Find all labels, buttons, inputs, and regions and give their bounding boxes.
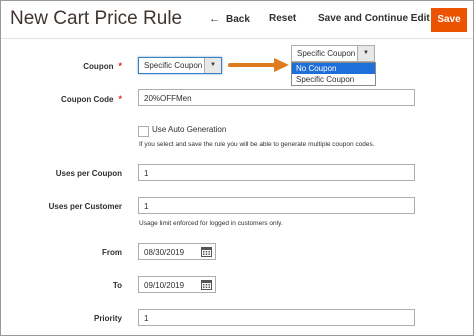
arrow-left-icon: ← xyxy=(209,13,220,25)
calendar-icon[interactable] xyxy=(201,279,212,290)
coupon-popup-select[interactable]: Specific Coupon ▼ xyxy=(291,45,375,62)
required-mark: * xyxy=(118,61,122,71)
reset-button[interactable]: Reset xyxy=(269,13,296,24)
from-label: From xyxy=(102,248,122,257)
option-specific-coupon[interactable]: Specific Coupon xyxy=(292,74,375,85)
uses-per-coupon-input[interactable]: 1 xyxy=(138,164,415,181)
calendar-icon[interactable] xyxy=(201,246,212,257)
chevron-down-icon: ▼ xyxy=(204,58,221,73)
coupon-code-label-text: Coupon Code xyxy=(61,95,114,104)
priority-input[interactable]: 1 xyxy=(138,309,415,326)
coupon-dropdown-list: No Coupon Specific Coupon xyxy=(291,62,376,86)
save-button[interactable]: Save xyxy=(431,8,467,32)
to-date-value: 09/10/2019 xyxy=(144,281,185,290)
coupon-code-input[interactable]: 20%OFFMen xyxy=(138,89,415,106)
from-date-value: 08/30/2019 xyxy=(144,248,185,257)
page-frame: New Cart Price Rule ← Back Reset Save and… xyxy=(0,0,474,336)
back-button[interactable]: ← Back xyxy=(209,13,250,25)
auto-generation-note: If you select and save the rule you will… xyxy=(139,141,375,148)
auto-generation-checkbox[interactable] xyxy=(138,126,149,137)
uses-per-customer-input[interactable]: 1 xyxy=(138,197,415,214)
auto-generation-label: Use Auto Generation xyxy=(152,125,227,134)
from-date-input[interactable]: 08/30/2019 xyxy=(138,243,216,260)
required-mark: * xyxy=(118,94,122,104)
coupon-select-value: Specific Coupon xyxy=(144,61,203,70)
coupon-label: Coupon * xyxy=(83,61,122,71)
uses-per-customer-label: Uses per Customer xyxy=(48,202,122,211)
page-header: New Cart Price Rule ← Back Reset Save and… xyxy=(1,1,473,39)
coupon-select[interactable]: Specific Coupon ▼ xyxy=(138,57,222,74)
uses-per-customer-note: Usage limit enforced for logged in custo… xyxy=(139,220,283,227)
coupon-popup-value: Specific Coupon xyxy=(297,49,356,58)
option-no-coupon[interactable]: No Coupon xyxy=(292,63,375,74)
coupon-code-label: Coupon Code * xyxy=(61,94,122,104)
priority-label: Priority xyxy=(93,314,122,323)
to-label: To xyxy=(112,281,122,290)
coupon-label-text: Coupon xyxy=(83,62,114,71)
chevron-down-icon: ▼ xyxy=(357,46,374,61)
page-title: New Cart Price Rule xyxy=(10,8,183,29)
back-label: Back xyxy=(226,14,250,25)
uses-per-coupon-label: Uses per Coupon xyxy=(55,169,122,178)
save-and-continue-button[interactable]: Save and Continue Edit xyxy=(318,13,430,24)
to-date-input[interactable]: 09/10/2019 xyxy=(138,276,216,293)
annotation-arrow-icon xyxy=(228,58,289,72)
